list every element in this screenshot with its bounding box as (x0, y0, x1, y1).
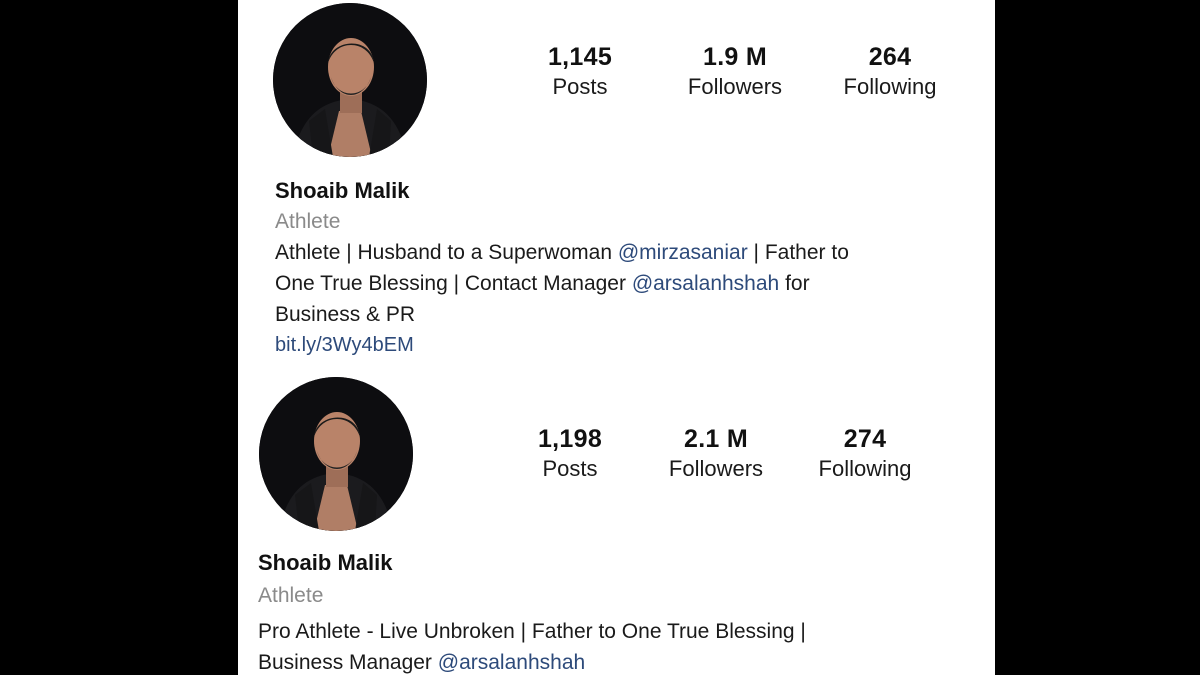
posts-value: 1,198 (537, 425, 603, 453)
profile-header-after: 1,198 Posts 2.1 M Followers 274 Followin… (238, 372, 995, 675)
profile-category: Athlete (275, 210, 341, 233)
bio-line: Pro Athlete - Live Unbroken | Father to … (258, 620, 806, 643)
followers-count[interactable]: 2.1 M Followers (648, 425, 784, 482)
mention-link[interactable]: @arsalanhshah (438, 651, 585, 674)
avatar-photo-icon (273, 3, 427, 157)
following-value: 264 (868, 43, 912, 71)
followers-label: Followers (668, 456, 764, 481)
bio-line: One True Blessing | Contact Manager @ars… (275, 268, 975, 299)
bio-line: Business & PR (275, 303, 416, 326)
profile-name: Shoaib Malik (258, 550, 393, 575)
bio-external-link[interactable]: bit.ly/3Wy4bEM (275, 334, 414, 357)
followers-value: 2.1 M (683, 425, 749, 453)
followers-count[interactable]: 1.9 M Followers (675, 43, 795, 100)
screenshot-panel: 1,145 Posts 1.9 M Followers 264 Followin… (238, 0, 995, 675)
posts-count[interactable]: 1,198 Posts (520, 425, 620, 482)
profile-avatar[interactable] (259, 377, 413, 531)
profile-name: Shoaib Malik (275, 178, 410, 203)
following-label: Following (843, 74, 937, 99)
bio-text: Athlete | Husband to a Superwoman (275, 241, 618, 264)
avatar-photo-icon (259, 377, 413, 531)
posts-label: Posts (542, 456, 598, 481)
profile-bio: Pro Athlete - Live Unbroken | Father to … (258, 616, 958, 675)
posts-value: 1,145 (547, 43, 613, 71)
profile-bio: Athlete | Husband to a Superwoman @mirza… (275, 237, 975, 330)
profile-header-before: 1,145 Posts 1.9 M Followers 264 Followin… (238, 0, 995, 365)
bio-text: One True Blessing | Contact Manager (275, 272, 632, 295)
followers-label: Followers (687, 74, 783, 99)
bio-line: Business Manager @arsalanhshah (258, 647, 958, 675)
following-value: 274 (843, 425, 887, 453)
bio-line: Athlete | Husband to a Superwoman @mirza… (275, 237, 975, 268)
mention-link[interactable]: @mirzasaniar (618, 241, 748, 264)
followers-value: 1.9 M (702, 43, 768, 71)
following-count[interactable]: 264 Following (830, 43, 950, 100)
posts-label: Posts (552, 74, 608, 99)
bio-text: for (779, 272, 810, 295)
following-label: Following (818, 456, 912, 481)
bio-text: | Father to (747, 241, 849, 264)
bio-text: Business Manager (258, 651, 438, 674)
following-count[interactable]: 274 Following (800, 425, 930, 482)
profile-avatar[interactable] (273, 3, 427, 157)
profile-category: Athlete (258, 584, 324, 607)
posts-count[interactable]: 1,145 Posts (535, 43, 625, 100)
mention-link[interactable]: @arsalanhshah (632, 272, 779, 295)
